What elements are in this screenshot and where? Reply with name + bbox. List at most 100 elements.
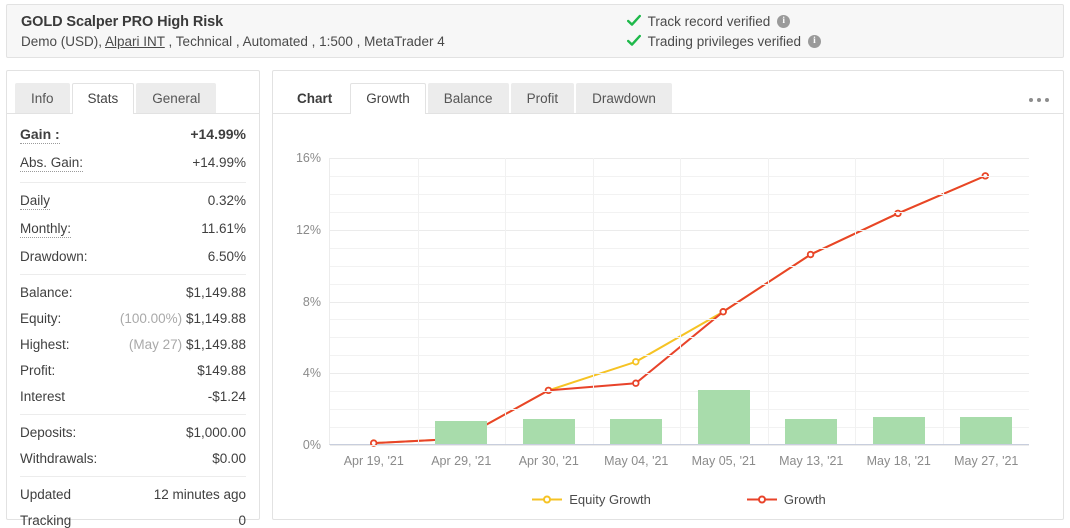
chart-data-point[interactable] — [719, 308, 727, 316]
track-record-verified-badge: Track record verified i — [626, 14, 821, 29]
tab-growth[interactable]: Growth — [350, 82, 426, 114]
stat-value-updated: 12 minutes ago — [153, 486, 246, 502]
stat-row-gain: Gain : +14.99% — [20, 120, 246, 149]
divider — [20, 476, 246, 477]
stat-label-tracking: Tracking — [20, 512, 72, 528]
y-axis-tick-label: 12% — [295, 222, 321, 237]
x-axis-tick-label: Apr 30, '21 — [518, 454, 579, 468]
tab-drawdown[interactable]: Drawdown — [576, 82, 672, 113]
stat-label-profit: Profit: — [20, 362, 56, 378]
stat-row-tracking: Tracking 0 — [20, 507, 246, 528]
chart-panel-label: Chart — [297, 90, 333, 106]
stats-list: Gain : +14.99% Abs. Gain: +14.99% Daily … — [7, 114, 259, 528]
stat-value-tracking: 0 — [238, 512, 246, 528]
stat-label-drawdown: Drawdown: — [20, 248, 88, 264]
profile-page: GOLD Scalper PRO High Risk Demo (USD), A… — [0, 0, 1070, 528]
account-identity: GOLD Scalper PRO High Risk Demo (USD), A… — [21, 14, 445, 49]
stat-amount-highest: $1,149.88 — [185, 336, 246, 352]
x-axis-tick-label: May 13, '21 — [779, 454, 844, 468]
legend-label: Growth — [783, 492, 826, 507]
chart-bar — [785, 418, 838, 444]
legend-item[interactable]: Equity Growth — [532, 492, 651, 507]
y-axis-tick-label: 0% — [302, 438, 321, 452]
stats-panel: Info Stats General Gain : +14.99% Abs. G… — [6, 70, 260, 528]
ellipsis-icon[interactable] — [1028, 97, 1049, 102]
chart-data-point[interactable] — [806, 250, 815, 259]
chart-plot-area: 0% 4% 8% 12% 16% Apr 19, '21 Apr 29, '21 Apr 30… — [296, 151, 1029, 468]
stat-label-deposits: Deposits: — [20, 424, 77, 440]
account-header: GOLD Scalper PRO High Risk Demo (USD), A… — [6, 4, 1064, 58]
stat-prefix-highest: (May 27) — [128, 336, 183, 352]
stat-prefix-equity: (100.00%) — [119, 310, 183, 326]
legend-marker-icon — [746, 495, 777, 504]
chart-data-point[interactable] — [632, 358, 640, 366]
legend-item[interactable]: Growth — [746, 492, 826, 507]
account-type: Demo (USD), — [21, 33, 106, 49]
stat-row-updated: Updated 12 minutes ago — [20, 481, 246, 507]
y-axis-tick-label: 16% — [295, 151, 321, 165]
x-axis-tick-label: Apr 29, '21 — [431, 454, 492, 468]
stat-amount-equity: $1,149.88 — [185, 310, 246, 326]
stat-label-updated: Updated — [20, 486, 72, 502]
stat-label-monthly[interactable]: Monthly: — [20, 221, 72, 238]
stat-value-deposits: $1,000.00 — [185, 424, 246, 440]
stat-label-balance: Balance: — [20, 284, 73, 300]
page-title: GOLD Scalper PRO High Risk — [21, 13, 224, 30]
check-icon — [626, 14, 641, 26]
stat-row-deposits: Deposits: $1,000.00 — [20, 419, 246, 445]
growth-chart: 0% 4% 8% 12% 16% Apr 19, '21 Apr 29, '21 Apr 30… — [273, 114, 1063, 519]
divider — [20, 414, 246, 415]
stat-value-balance: $1,149.88 — [185, 284, 246, 300]
divider — [20, 274, 246, 275]
grid-line-vertical — [592, 158, 594, 444]
stat-label-equity: Equity: — [20, 310, 62, 326]
chart-bar — [610, 418, 663, 444]
divider — [20, 182, 246, 183]
x-axis-tick-label: May 05, '21 — [691, 454, 756, 468]
chart-bar — [435, 420, 488, 444]
stat-value-interest: -$1.24 — [207, 388, 246, 404]
legend-marker-icon — [532, 495, 563, 504]
stat-value-abs-gain: +14.99% — [192, 154, 246, 170]
stat-label-highest: Highest: — [20, 336, 70, 352]
trading-privileges-label: Trading privileges verified — [647, 33, 801, 49]
info-icon[interactable]: i — [777, 14, 791, 28]
grid-line-vertical — [767, 158, 769, 444]
chart-bar — [522, 418, 575, 444]
stat-label-daily[interactable]: Daily — [20, 193, 51, 210]
chart-bar — [697, 390, 750, 444]
trading-privileges-verified-badge: Trading privileges verified i — [626, 33, 821, 49]
stat-value-withdrawals: $0.00 — [212, 450, 246, 466]
stat-row-equity: Equity: (100.00%) $1,149.88 — [20, 305, 246, 331]
tab-general[interactable]: General — [136, 82, 217, 113]
grid-line-vertical — [505, 158, 506, 444]
stat-value-highest: (May 27) $1,149.88 — [129, 337, 246, 352]
stats-tabbar: Info Stats General — [7, 71, 259, 114]
tab-profit[interactable]: Profit — [510, 82, 575, 113]
stat-row-interest: Interest -$1.24 — [20, 383, 246, 409]
grid-line-vertical — [855, 158, 856, 444]
account-meta: Demo (USD), Alpari INT , Technical , Aut… — [21, 34, 445, 49]
stat-value-daily: 0.32% — [207, 192, 246, 208]
broker-link[interactable]: Alpari INT — [105, 34, 165, 49]
stat-label-abs-gain[interactable]: Abs. Gain: — [20, 155, 84, 172]
stat-row-balance: Balance: $1,149.88 — [20, 279, 246, 305]
grid-line-vertical — [680, 158, 681, 444]
check-icon — [626, 34, 641, 46]
y-axis-tick-label: 4% — [302, 366, 321, 381]
info-icon[interactable]: i — [808, 34, 821, 48]
stat-row-abs-gain: Abs. Gain: +14.99% — [20, 149, 246, 177]
tab-balance[interactable]: Balance — [427, 82, 509, 113]
x-axis-tick-label: May 27, '21 — [954, 454, 1019, 468]
tab-info[interactable]: Info — [15, 82, 70, 113]
legend-label: Equity Growth — [569, 492, 651, 507]
stat-value-profit: $149.88 — [197, 362, 246, 378]
stat-row-monthly: Monthly: 11.61% — [20, 215, 246, 243]
verification-badges: Track record verified i Trading privileg… — [626, 14, 1049, 49]
y-axis-tick-label: 8% — [302, 294, 321, 309]
stat-row-withdrawals: Withdrawals: $0.00 — [20, 445, 246, 471]
stat-row-daily: Daily 0.32% — [20, 187, 246, 215]
tab-stats[interactable]: Stats — [71, 82, 135, 114]
stat-label-gain[interactable]: Gain : — [20, 126, 60, 144]
chart-data-point[interactable] — [632, 379, 640, 387]
